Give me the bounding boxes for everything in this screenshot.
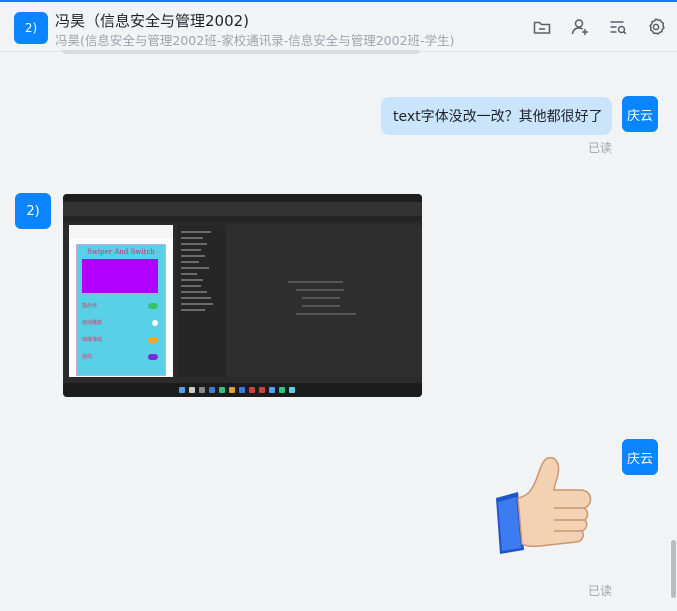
image-sim-row: 自动播放 bbox=[82, 319, 158, 328]
image-ide-tabbar bbox=[63, 216, 422, 223]
image-sim-row-label: 自动播放 bbox=[82, 320, 103, 326]
self-avatar[interactable]: 庆云 bbox=[622, 439, 658, 475]
image-sim-row-label: 竖向 bbox=[82, 354, 93, 360]
read-receipt: 已读 bbox=[588, 584, 613, 598]
search-list-icon[interactable] bbox=[607, 16, 629, 38]
previous-message-edge bbox=[62, 50, 420, 54]
image-ide-toolbar bbox=[63, 202, 422, 216]
image-taskbar bbox=[63, 383, 422, 397]
folder-icon[interactable] bbox=[531, 16, 553, 38]
thumbs-up-emoji[interactable] bbox=[488, 450, 596, 560]
read-receipt: 已读 bbox=[588, 141, 613, 155]
image-sim-card: Swiper And Switch 指示点 自动播放 衔接滑动 竖向 bbox=[76, 244, 166, 376]
chat-subtitle: 冯昊(信息安全与管理2002班-家校通讯录-信息安全与管理2002班-学生) bbox=[55, 33, 455, 48]
image-phone-simulator: Swiper And Switch 指示点 自动播放 衔接滑动 竖向 bbox=[69, 225, 173, 377]
image-sim-title: Swiper And Switch bbox=[87, 248, 155, 256]
chat-scrollbar[interactable] bbox=[671, 540, 676, 598]
image-file-tree bbox=[177, 225, 225, 377]
image-sim-row-label: 指示点 bbox=[82, 303, 98, 309]
message-image[interactable]: Swiper And Switch 指示点 自动播放 衔接滑动 竖向 bbox=[63, 194, 422, 397]
chat-title[interactable]: 冯昊（信息安全与管理2002) bbox=[55, 10, 249, 31]
add-user-icon[interactable] bbox=[569, 16, 591, 38]
image-editor-pane bbox=[226, 225, 422, 377]
image-ide-menubar bbox=[63, 194, 422, 202]
self-avatar[interactable]: 庆云 bbox=[622, 96, 658, 132]
image-sim-statusbar bbox=[69, 225, 173, 239]
image-sim-swiper bbox=[82, 259, 158, 293]
image-sim-row: 指示点 bbox=[82, 302, 158, 311]
chat-header: 2) 冯昊（信息安全与管理2002) 冯昊(信息安全与管理2002班-家校通讯录… bbox=[0, 2, 677, 52]
message-bubble-outgoing[interactable]: text字体没改一改？其他都很好了 bbox=[381, 97, 612, 135]
settings-icon[interactable] bbox=[645, 16, 667, 38]
image-sim-row: 竖向 bbox=[82, 353, 158, 362]
image-sim-row-label: 衔接滑动 bbox=[82, 337, 103, 343]
image-sim-row: 衔接滑动 bbox=[82, 336, 158, 345]
contact-avatar[interactable]: 2) bbox=[15, 193, 51, 229]
contact-avatar[interactable]: 2) bbox=[14, 12, 48, 44]
